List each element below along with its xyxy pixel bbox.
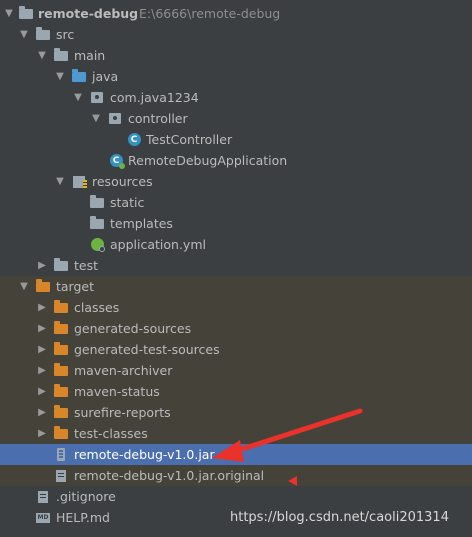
excluded-folder-icon	[53, 360, 69, 381]
spring-boot-class-icon: C	[108, 150, 125, 171]
test-controller-label: TestController	[146, 132, 233, 147]
main-label: main	[74, 48, 106, 63]
package-icon	[89, 87, 105, 108]
excluded-folder-icon	[35, 276, 51, 297]
tree-row-test-controller[interactable]: C TestController	[0, 129, 472, 150]
chevron-right-icon[interactable]: ▶	[37, 381, 47, 402]
chevron-down-icon[interactable]: ▼	[55, 171, 65, 192]
folder-icon	[53, 45, 69, 66]
excluded-folder-icon	[53, 381, 69, 402]
application-yml-label: application.yml	[110, 237, 206, 252]
tree-row-target-child[interactable]: ▶ generated-sources	[0, 318, 472, 339]
application-class-label: RemoteDebugApplication	[128, 153, 288, 168]
tree-row-static[interactable]: static	[0, 192, 472, 213]
chevron-right-icon[interactable]: ▶	[37, 339, 47, 360]
tree-row-target-child[interactable]: ▶ maven-archiver	[0, 360, 472, 381]
chevron-down-icon[interactable]: ▼	[37, 45, 47, 66]
tree-row-main[interactable]: ▼ main	[0, 45, 472, 66]
tree-row-application-class[interactable]: C RemoteDebugApplication	[0, 150, 472, 171]
target-child-label: surefire-reports	[74, 405, 171, 420]
folder-icon	[89, 213, 105, 234]
templates-label: templates	[110, 216, 173, 231]
tree-row-jar-selected[interactable]: remote-debug-v1.0.jar	[0, 444, 472, 465]
jar-icon	[53, 444, 69, 465]
yaml-config-icon	[89, 234, 105, 255]
package-icon	[107, 108, 123, 129]
controller-label: controller	[128, 111, 188, 126]
tree-row-controller[interactable]: ▼ controller	[0, 108, 472, 129]
test-label: test	[74, 258, 99, 273]
chevron-down-icon[interactable]: ▼	[55, 66, 65, 87]
target-child-label: generated-sources	[74, 321, 192, 336]
tree-row-target-child[interactable]: ▶ test-classes	[0, 423, 472, 444]
tree-row-target-child[interactable]: ▶ surefire-reports	[0, 402, 472, 423]
project-tree: ▼ remote-debug E:\6666\remote-debug ▼ sr…	[0, 0, 472, 537]
gitignore-file-icon	[35, 486, 51, 507]
target-child-label: maven-archiver	[74, 363, 173, 378]
markdown-file-icon: MD	[36, 512, 50, 523]
tree-row-target-child[interactable]: ▶ generated-test-sources	[0, 339, 472, 360]
target-child-label: classes	[74, 300, 120, 315]
tree-row-jar-original[interactable]: remote-debug-v1.0.jar.original	[0, 465, 472, 486]
tree-row-src[interactable]: ▼ src	[0, 24, 472, 45]
tree-row-resources[interactable]: ▼ resources	[0, 171, 472, 192]
excluded-folder-icon	[53, 318, 69, 339]
tree-row-application-yml[interactable]: application.yml	[0, 234, 472, 255]
tree-row-package[interactable]: ▼ com.java1234	[0, 87, 472, 108]
static-label: static	[110, 195, 145, 210]
folder-icon	[89, 192, 105, 213]
root-path: E:\6666\remote-debug	[139, 6, 281, 21]
chevron-down-icon[interactable]: ▼	[19, 24, 29, 45]
resources-label: resources	[92, 174, 153, 189]
resources-folder-icon	[71, 171, 87, 192]
chevron-right-icon[interactable]: ▶	[37, 297, 47, 318]
chevron-right-icon[interactable]: ▶	[37, 423, 47, 444]
java-label: java	[92, 69, 119, 84]
chevron-right-icon[interactable]: ▶	[37, 255, 47, 276]
root-label: remote-debug	[38, 6, 139, 21]
chevron-right-icon[interactable]: ▶	[37, 402, 47, 423]
target-child-label: generated-test-sources	[74, 342, 220, 357]
watermark: https://blog.csdn.net/caoli201314	[230, 510, 449, 525]
target-child-label: test-classes	[74, 426, 148, 441]
excluded-folder-icon	[53, 297, 69, 318]
jar-label: remote-debug-v1.0.jar	[74, 447, 215, 462]
tree-row-gitignore[interactable]: .gitignore	[0, 486, 472, 507]
src-label: src	[56, 27, 75, 42]
target-child-label: maven-status	[74, 384, 160, 399]
tree-row-target-child[interactable]: ▶ maven-status	[0, 381, 472, 402]
folder-icon	[53, 255, 69, 276]
excluded-folder-icon	[53, 402, 69, 423]
folder-icon	[35, 24, 51, 45]
tree-row-test[interactable]: ▶ test	[0, 255, 472, 276]
chevron-down-icon[interactable]: ▼	[91, 108, 101, 129]
package-label: com.java1234	[110, 90, 199, 105]
gitignore-label: .gitignore	[56, 489, 116, 504]
help-md-label: HELP.md	[56, 510, 110, 525]
file-icon	[53, 465, 69, 486]
tree-row-templates[interactable]: templates	[0, 213, 472, 234]
module-folder-icon	[18, 3, 34, 24]
tree-row-root[interactable]: ▼ remote-debug E:\6666\remote-debug	[0, 3, 472, 24]
target-label: target	[56, 279, 95, 294]
tree-row-target[interactable]: ▼ target	[0, 276, 472, 297]
tree-row-target-child[interactable]: ▶ classes	[0, 297, 472, 318]
jar-original-label: remote-debug-v1.0.jar.original	[74, 468, 265, 483]
tree-row-java[interactable]: ▼ java	[0, 66, 472, 87]
chevron-down-icon[interactable]: ▼	[19, 276, 29, 297]
chevron-right-icon[interactable]: ▶	[37, 360, 47, 381]
excluded-folder-icon	[53, 339, 69, 360]
class-icon: C	[126, 129, 142, 150]
chevron-down-icon[interactable]: ▼	[73, 87, 83, 108]
chevron-down-icon[interactable]: ▼	[4, 3, 14, 24]
excluded-folder-icon	[53, 423, 69, 444]
source-folder-icon	[71, 66, 87, 87]
chevron-right-icon[interactable]: ▶	[37, 318, 47, 339]
